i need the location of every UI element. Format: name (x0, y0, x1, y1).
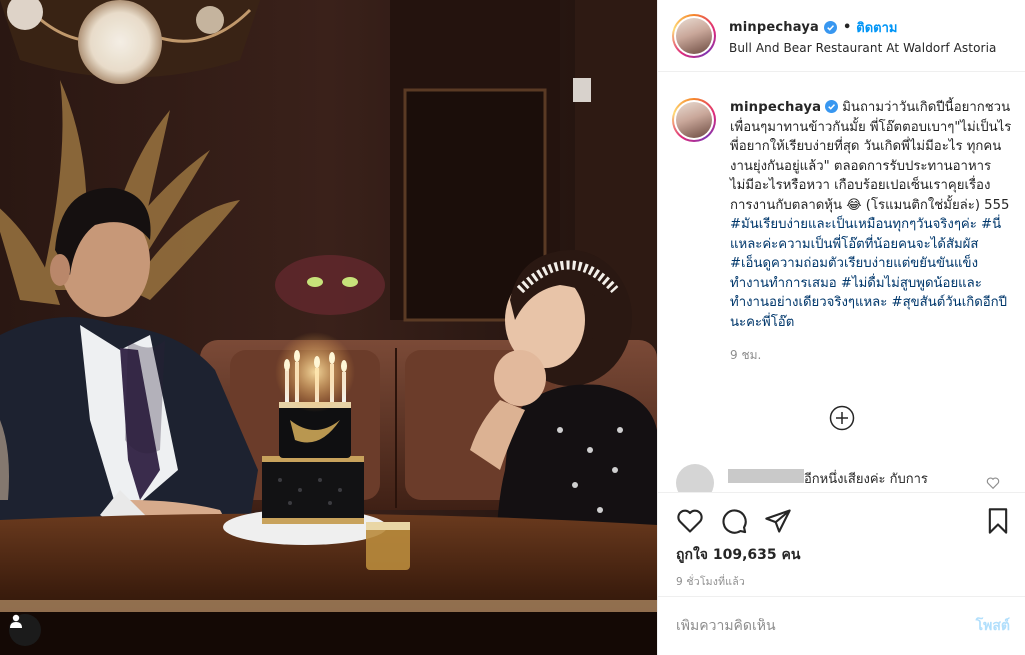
comment-text: อีกหนึ่งเสียงค่ะ กับการ (804, 472, 928, 487)
heart-icon[interactable] (676, 507, 704, 535)
caption-time[interactable]: 9 ชม. (730, 346, 1012, 365)
post-comment-button[interactable]: โพสต์ (976, 615, 1010, 637)
posted-time[interactable]: 9 ชั่วโมงที่แล้ว (676, 573, 745, 590)
likes-count[interactable]: ถูกใจ 109,635 คน (676, 544, 800, 566)
caption-text: มินถามว่าวันเกิดปีนี้อยากชวนเพื่อนๆมาทาน… (730, 100, 1012, 213)
header-username[interactable]: minpechaya (729, 20, 819, 35)
caption-hashtags[interactable]: #มันเรียบง่ายและเป็นเหมือนทุกๆวันจริงๆค่… (730, 217, 1007, 330)
post-panel: minpechaya • ติดตาม Bull And Bear Restau… (657, 0, 1025, 655)
post-photo[interactable] (0, 0, 657, 655)
share-icon[interactable] (764, 507, 792, 535)
photo-illustration (0, 0, 657, 655)
location-link[interactable]: Bull And Bear Restaurant At Waldorf Asto… (729, 41, 996, 55)
user-tag-button[interactable] (9, 614, 41, 646)
action-bar: ถูกใจ 109,635 คน 9 ชั่วโมงที่แล้ว (658, 492, 1025, 596)
comment-item: อีกหนึ่งเสียงค่ะ กับการ (676, 464, 1016, 492)
comment-input[interactable] (676, 618, 936, 634)
post-header: minpechaya • ติดตาม Bull And Bear Restau… (658, 0, 1025, 72)
caption-avatar[interactable] (672, 98, 716, 142)
profile-avatar[interactable] (672, 13, 716, 58)
comment-username-redacted[interactable] (728, 469, 804, 483)
caption-username[interactable]: minpechaya (730, 100, 821, 115)
comment-avatar[interactable] (676, 464, 714, 492)
user-tag-icon (10, 614, 22, 628)
caption: minpechaya มินถามว่าวันเกิดปีนี้อยากชวนเพ… (672, 98, 1012, 365)
comment-heart-icon[interactable] (986, 476, 1000, 490)
verified-icon (825, 100, 839, 113)
load-more-icon[interactable] (829, 405, 855, 431)
add-comment-bar: โพสต์ (658, 596, 1025, 655)
follow-button[interactable]: ติดตาม (856, 17, 897, 38)
comments-section[interactable]: minpechaya มินถามว่าวันเกิดปีนี้อยากชวนเพ… (658, 72, 1025, 492)
bookmark-icon[interactable] (984, 507, 1012, 535)
verified-icon (823, 20, 837, 34)
comment-icon[interactable] (720, 507, 748, 535)
separator-dot: • (842, 19, 852, 35)
